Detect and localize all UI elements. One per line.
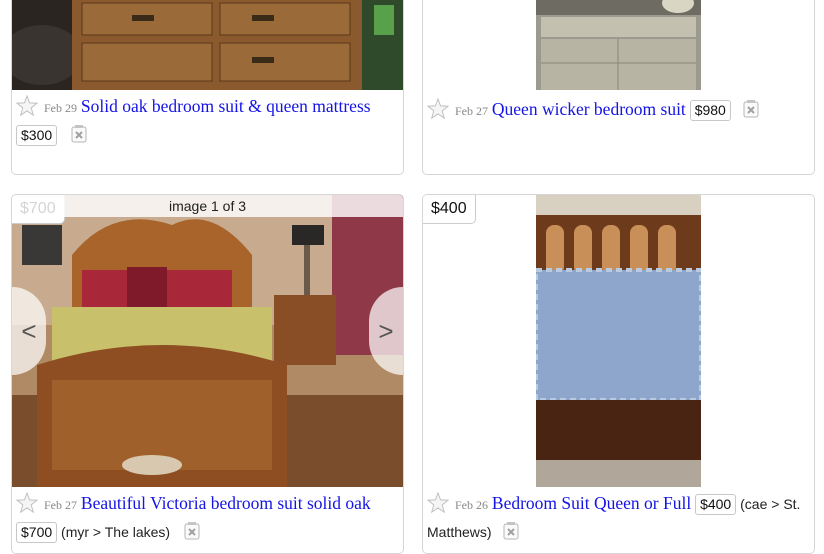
listing-location: (cae > St. [740,496,801,512]
listing-card: $400 Feb 26 Bedroom Suit Queen or Full $… [422,194,815,554]
listing-card: Feb 27 Queen wicker bedroom suit $980 [422,0,815,175]
listing-date: Feb 26 [455,498,488,512]
listing-meta: Feb 27 Queen wicker bedroom suit $980 [427,97,810,123]
mattress-photo-image [536,195,701,487]
price-badge: $300 [16,125,58,146]
price-badge: $700 [16,522,58,543]
star-icon[interactable] [16,492,38,514]
image-counter-text: image 1 of 3 [168,198,247,214]
listing-photo[interactable] [12,0,403,90]
listing-photo[interactable] [536,195,701,487]
chevron-left-icon: < [21,315,37,346]
star-icon[interactable] [16,95,38,117]
listing-meta: Feb 27 Beautiful Victoria bedroom suit s… [16,491,399,544]
listing-photo-gallery[interactable]: $700 image 1 of 3 < > [12,195,403,487]
hide-x-icon[interactable] [182,521,202,541]
price-badge: $980 [689,100,731,121]
bedroom-photo-image [12,195,403,487]
listing-location-cont: Matthews) [427,524,492,540]
listing-card: $700 image 1 of 3 < > Feb 27 Beautiful V… [11,194,404,554]
listing-location: (myr > The lakes) [61,524,171,540]
listing-date: Feb 29 [44,101,77,115]
listing-card: Feb 29 Solid oak bedroom suit & queen ma… [11,0,404,175]
star-icon[interactable] [427,492,449,514]
wicker-photo-image [536,0,701,90]
photo-price-tag: $400 [423,195,476,224]
listing-meta: Feb 26 Bedroom Suit Queen or Full $400 (… [427,491,810,544]
listing-title-link[interactable]: Bedroom Suit Queen or Full [492,493,691,513]
listing-date: Feb 27 [44,498,77,512]
chevron-right-icon: > [378,315,394,346]
hide-x-icon[interactable] [741,99,761,119]
image-counter: image 1 of 3 [12,195,403,217]
listing-meta: Feb 29 Solid oak bedroom suit & queen ma… [16,94,399,147]
price-badge: $400 [695,494,737,515]
listing-photo[interactable] [536,0,701,90]
listing-title-link[interactable]: Solid oak bedroom suit & queen mattress [81,96,371,116]
hide-x-icon[interactable] [69,124,89,144]
listing-title-link[interactable]: Beautiful Victoria bedroom suit solid oa… [81,493,371,513]
listing-date: Feb 27 [455,104,488,118]
hide-x-icon[interactable] [501,521,521,541]
dresser-photo-image [12,0,403,90]
star-icon[interactable] [427,98,449,120]
listing-title-link[interactable]: Queen wicker bedroom suit [492,99,686,119]
